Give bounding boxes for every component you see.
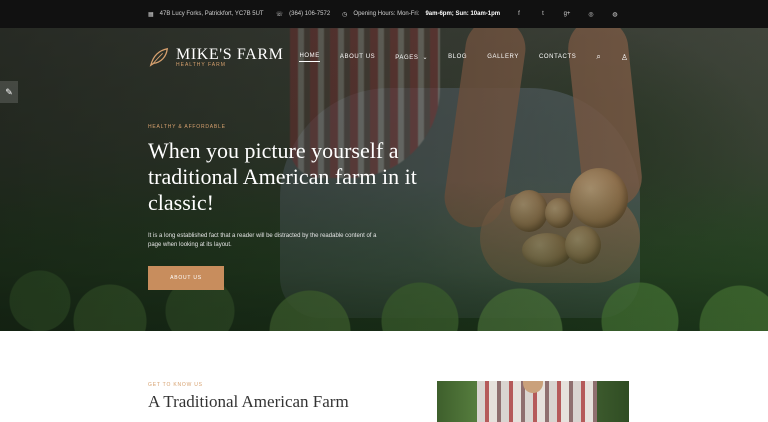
address-text: 47B Lucy Forks, Patrickfort, YC7B 5UT [159, 11, 264, 17]
farmer-photo [437, 381, 629, 422]
chevron-down-icon: ⌄ [422, 54, 429, 61]
hours-label: Opening Hours: Mon-Fri: [353, 11, 420, 17]
social-links: f t g+ ◎ ◍ [514, 11, 620, 18]
nav-item-gallery[interactable]: GALLERY [487, 54, 519, 60]
nav-item-contacts[interactable]: CONTACTS [539, 54, 576, 60]
hero-headline: When you picture yourself a traditional … [148, 138, 417, 215]
site-logo[interactable]: MIKE'S FARM HEALTHY FARM [148, 46, 283, 68]
about-section [0, 331, 768, 422]
edit-pencil-icon[interactable]: ✎ [0, 81, 18, 103]
user-icon[interactable]: ♙ [621, 53, 628, 62]
nav-item-about-us[interactable]: ABOUT US [340, 54, 375, 60]
hours-info: ◷ Opening Hours: Mon-Fri: 9am-6pm; Sun: … [342, 11, 500, 18]
globe-icon[interactable]: ◍ [610, 11, 620, 18]
search-icon[interactable]: ⌕ [596, 52, 600, 62]
section-eyebrow: GET TO KNOW US [148, 382, 203, 388]
facebook-icon[interactable]: f [514, 11, 524, 17]
section-title: A Traditional American Farm [148, 392, 349, 411]
nav-item-pages-label: PAGES [395, 54, 419, 61]
top-info-bar: ▦ 47B Lucy Forks, Patrickfort, YC7B 5UT … [0, 0, 768, 28]
map-icon: ▦ [148, 11, 154, 18]
hero-eyebrow: HEALTHY & AFFORDABLE [148, 124, 226, 130]
clock-icon: ◷ [342, 11, 348, 18]
twitter-icon[interactable]: t [538, 11, 548, 17]
about-us-button[interactable]: ABOUT US [148, 266, 224, 290]
leaf-logo-icon [149, 47, 168, 67]
hours-value: 9am-6pm; Sun: 10am-1pm [425, 11, 501, 17]
main-nav: HOME ABOUT US PAGES ⌄ BLOG GALLERY CONTAC… [299, 52, 628, 62]
google-plus-icon[interactable]: g+ [562, 11, 572, 17]
address-info: ▦ 47B Lucy Forks, Patrickfort, YC7B 5UT [148, 11, 264, 18]
nav-item-home[interactable]: HOME [299, 53, 320, 62]
nav-item-pages[interactable]: PAGES ⌄ [395, 54, 428, 61]
phone-icon: ☏ [275, 11, 284, 18]
page: ▦ 47B Lucy Forks, Patrickfort, YC7B 5UT … [0, 0, 768, 422]
instagram-icon[interactable]: ◎ [586, 11, 596, 18]
nav-item-blog[interactable]: BLOG [448, 54, 467, 60]
phone-info[interactable]: ☏ (364) 106-7572 [276, 11, 331, 18]
phone-text[interactable]: (364) 106-7572 [289, 11, 330, 17]
hero-description: It is a long established fact that a rea… [148, 233, 377, 248]
hero-content: HEALTHY & AFFORDABLE When you picture yo… [148, 124, 428, 290]
